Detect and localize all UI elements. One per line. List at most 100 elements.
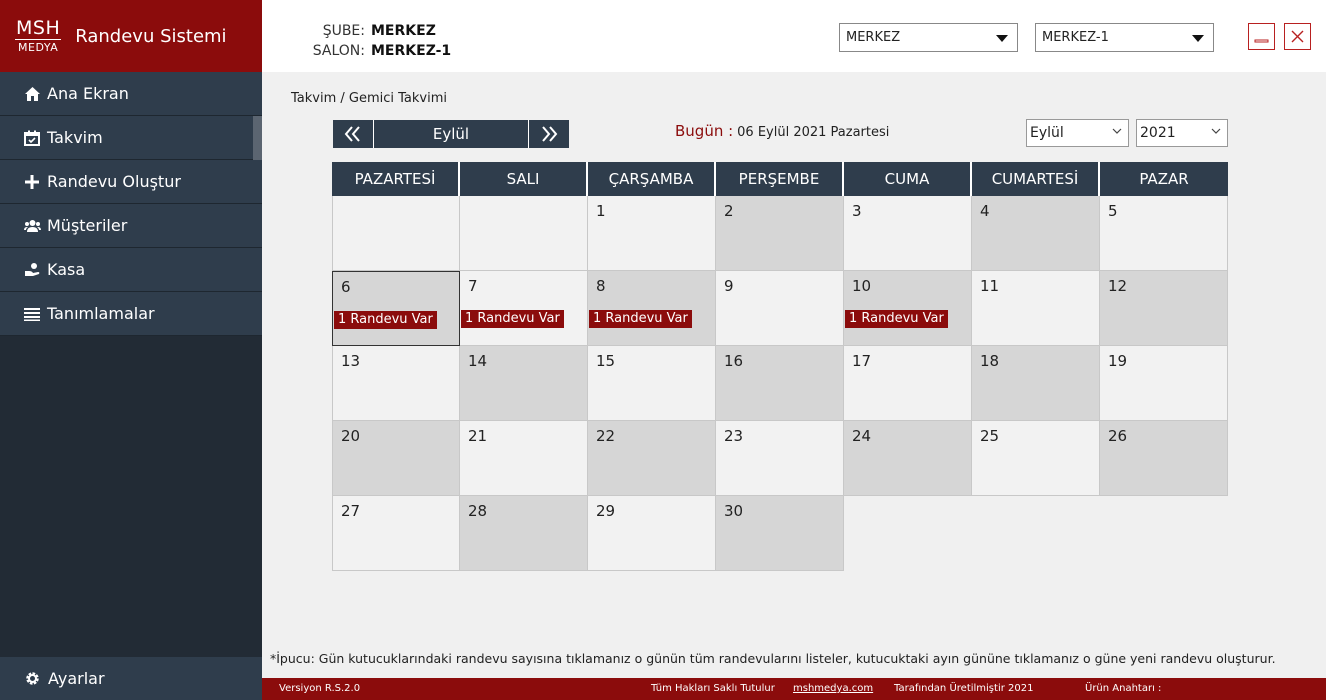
sidebar-item-label: Kasa <box>47 260 86 279</box>
close-button[interactable] <box>1284 23 1311 50</box>
tip-text: *İpucu: Gün kutucuklarındaki randevu say… <box>270 651 1276 666</box>
day-number[interactable]: 9 <box>724 277 734 295</box>
branch-select[interactable]: MERKEZ <box>839 23 1018 52</box>
day-number[interactable]: 21 <box>468 427 487 445</box>
day-number[interactable]: 20 <box>341 427 360 445</box>
day-cell[interactable]: 24 <box>844 421 972 496</box>
list-icon <box>23 305 41 323</box>
day-cell[interactable]: 7 1 Randevu Var <box>460 271 588 346</box>
day-cell[interactable]: 18 <box>972 346 1100 421</box>
day-number[interactable]: 12 <box>1108 277 1127 295</box>
weekday-header: ÇARŞAMBA <box>588 162 716 196</box>
day-cell[interactable]: 25 <box>972 421 1100 496</box>
day-cell[interactable]: 1 <box>588 196 716 271</box>
day-cell[interactable]: 12 <box>1100 271 1228 346</box>
day-number[interactable]: 4 <box>980 202 990 220</box>
prev-month-button[interactable] <box>333 120 373 148</box>
produced-text: Tarafından Üretilmiştir 2021 <box>894 683 1034 694</box>
day-cell[interactable]: 16 <box>716 346 844 421</box>
year-select[interactable]: 2021 <box>1136 119 1228 147</box>
day-number[interactable]: 1 <box>596 202 606 220</box>
day-cell[interactable]: 27 <box>332 496 460 571</box>
day-number[interactable]: 8 <box>596 277 606 295</box>
day-cell-empty <box>460 196 588 271</box>
day-number[interactable]: 22 <box>596 427 615 445</box>
day-number[interactable]: 14 <box>468 352 487 370</box>
day-number[interactable]: 3 <box>852 202 862 220</box>
next-month-button[interactable] <box>529 120 569 148</box>
sidebar-item-randevu-olustur[interactable]: Randevu Oluştur <box>0 160 262 204</box>
sidebar-item-label: Ana Ekran <box>47 84 129 103</box>
close-icon <box>1291 30 1304 43</box>
calendar-week: 20 21 22 23 24 25 26 <box>332 421 1228 496</box>
day-number[interactable]: 2 <box>724 202 734 220</box>
day-cell[interactable]: 13 <box>332 346 460 421</box>
appointment-count-badge[interactable]: 1 Randevu Var <box>589 310 692 328</box>
day-number[interactable]: 16 <box>724 352 743 370</box>
rights-text: Tüm Hakları Saklı Tutulur <box>651 683 775 694</box>
appointment-count-badge[interactable]: 1 Randevu Var <box>845 310 948 328</box>
day-number[interactable]: 13 <box>341 352 360 370</box>
minimize-icon <box>1254 39 1269 43</box>
day-cell[interactable]: 20 <box>332 421 460 496</box>
day-number[interactable]: 18 <box>980 352 999 370</box>
day-number[interactable]: 26 <box>1108 427 1127 445</box>
salon-select[interactable]: MERKEZ-1 <box>1035 23 1214 52</box>
day-number[interactable]: 19 <box>1108 352 1127 370</box>
day-cell[interactable]: 21 <box>460 421 588 496</box>
day-number[interactable]: 30 <box>724 502 743 520</box>
day-number[interactable]: 5 <box>1108 202 1118 220</box>
day-cell[interactable]: 2 <box>716 196 844 271</box>
double-chevron-right-icon <box>542 126 558 142</box>
day-number[interactable]: 27 <box>341 502 360 520</box>
day-cell[interactable]: 10 1 Randevu Var <box>844 271 972 346</box>
month-select[interactable]: Eylül <box>1026 119 1129 147</box>
day-cell[interactable]: 11 <box>972 271 1100 346</box>
day-cell[interactable]: 14 <box>460 346 588 421</box>
sidebar-item-takvim[interactable]: Takvim <box>0 116 262 160</box>
day-number[interactable]: 15 <box>596 352 615 370</box>
day-cell[interactable]: 19 <box>1100 346 1228 421</box>
day-number[interactable]: 6 <box>341 278 351 296</box>
day-number[interactable]: 23 <box>724 427 743 445</box>
site-link[interactable]: mshmedya.com <box>793 683 873 694</box>
day-cell[interactable]: 22 <box>588 421 716 496</box>
day-cell[interactable]: 5 <box>1100 196 1228 271</box>
day-cell[interactable]: 29 <box>588 496 716 571</box>
day-cell[interactable]: 9 <box>716 271 844 346</box>
minimize-button[interactable] <box>1248 23 1275 50</box>
sidebar-item-label: Tanımlamalar <box>47 304 155 323</box>
day-number[interactable]: 29 <box>596 502 615 520</box>
day-number[interactable]: 17 <box>852 352 871 370</box>
day-cell-selected[interactable]: 6 1 Randevu Var <box>332 271 460 346</box>
sidebar-item-musteriler[interactable]: Müşteriler <box>0 204 262 248</box>
weekday-header: PAZAR <box>1100 162 1228 196</box>
breadcrumb: Takvim / Gemici Takvimi <box>291 91 447 106</box>
day-number[interactable]: 28 <box>468 502 487 520</box>
day-cell[interactable]: 30 <box>716 496 844 571</box>
weekday-header: PAZARTESİ <box>332 162 460 196</box>
day-cell[interactable]: 8 1 Randevu Var <box>588 271 716 346</box>
sidebar-item-ayarlar[interactable]: Ayarlar <box>0 657 262 700</box>
branch-label: ŞUBE: <box>322 23 365 39</box>
day-number[interactable]: 24 <box>852 427 871 445</box>
sidebar-item-tanimlamalar[interactable]: Tanımlamalar <box>0 292 262 336</box>
day-cell[interactable]: 4 <box>972 196 1100 271</box>
appointment-count-badge[interactable]: 1 Randevu Var <box>334 311 437 329</box>
day-number[interactable]: 7 <box>468 277 478 295</box>
double-chevron-left-icon <box>344 126 360 142</box>
day-cell[interactable]: 26 <box>1100 421 1228 496</box>
sidebar-item-kasa[interactable]: Kasa <box>0 248 262 292</box>
day-cell[interactable]: 17 <box>844 346 972 421</box>
day-cell[interactable]: 3 <box>844 196 972 271</box>
appointment-count-badge[interactable]: 1 Randevu Var <box>461 310 564 328</box>
caret-down-icon <box>1192 35 1204 42</box>
sidebar-item-ana-ekran[interactable]: Ana Ekran <box>0 72 262 116</box>
calendar-week: 13 14 15 16 17 18 19 <box>332 346 1228 421</box>
day-number[interactable]: 11 <box>980 277 999 295</box>
day-cell[interactable]: 23 <box>716 421 844 496</box>
day-cell[interactable]: 15 <box>588 346 716 421</box>
day-number[interactable]: 25 <box>980 427 999 445</box>
day-number[interactable]: 10 <box>852 277 871 295</box>
day-cell[interactable]: 28 <box>460 496 588 571</box>
